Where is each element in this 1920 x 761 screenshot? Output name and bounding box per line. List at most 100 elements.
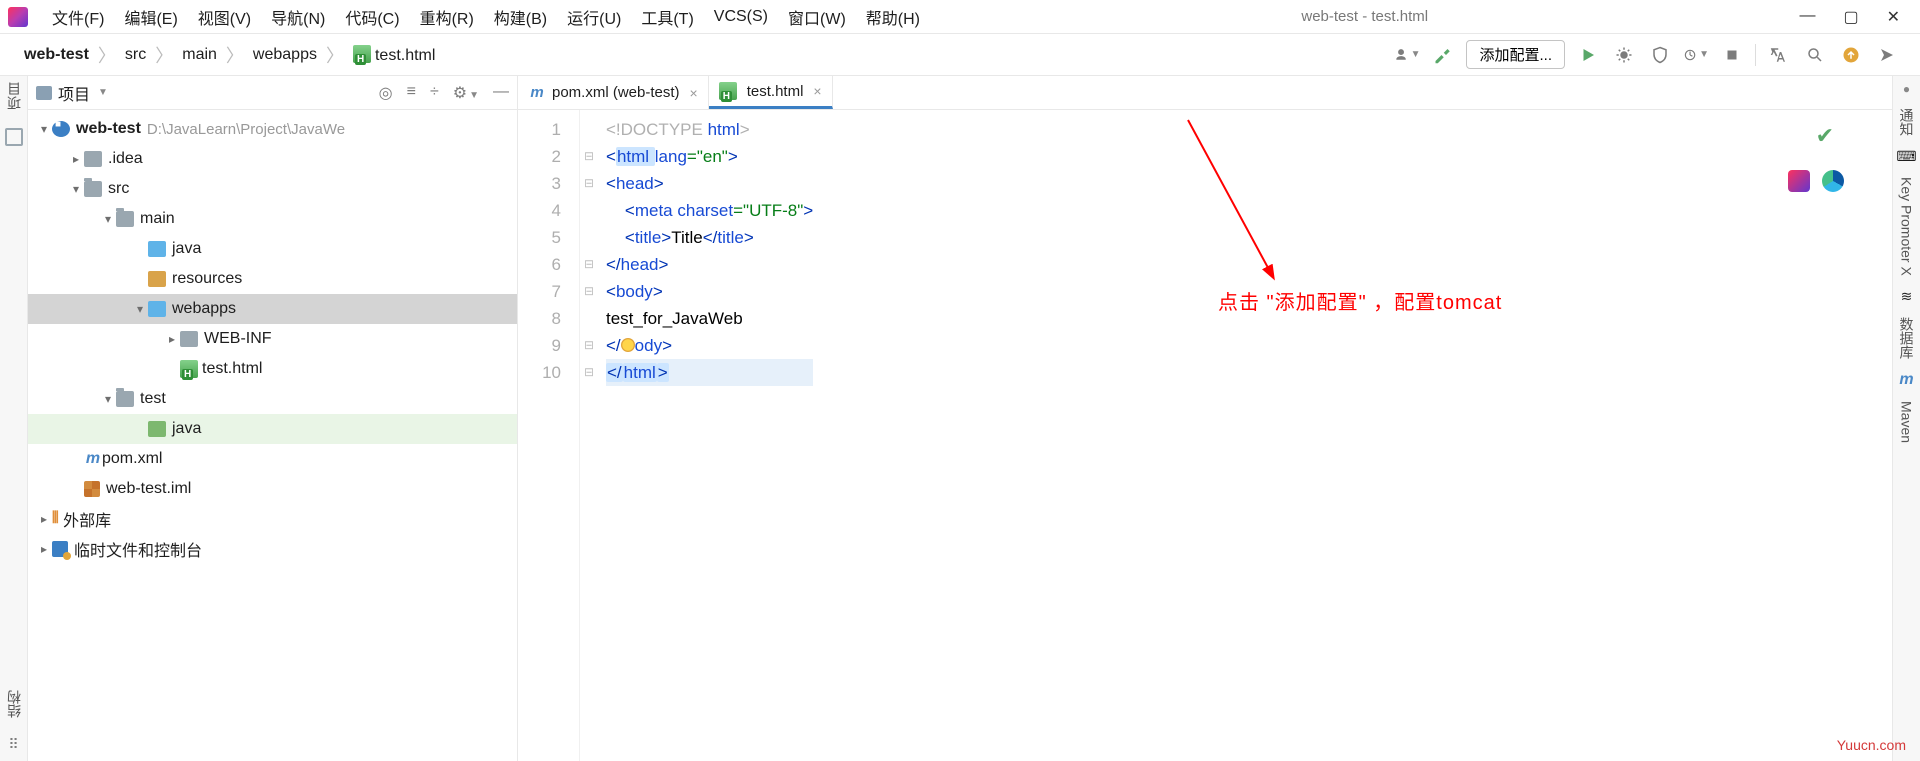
menu-file[interactable]: 文件(F) bbox=[42, 1, 114, 33]
tree-root[interactable]: ▾web-testD:\JavaLearn\Project\JavaWe bbox=[28, 114, 517, 144]
tree-src[interactable]: ▾src bbox=[28, 174, 517, 204]
line-number: 9 bbox=[518, 332, 561, 359]
tree-webinf[interactable]: ▸WEB-INF bbox=[28, 324, 517, 354]
menu-build[interactable]: 构建(B) bbox=[484, 1, 557, 33]
menu-bar: 文件(F) 编辑(E) 视图(V) 导航(N) 代码(C) 重构(R) 构建(B… bbox=[0, 0, 1920, 34]
html-file-icon bbox=[180, 360, 198, 378]
translate-icon[interactable] bbox=[1766, 42, 1792, 68]
tree-extlib[interactable]: ▸⫴ 外部库 bbox=[28, 504, 517, 534]
menu-vcs[interactable]: VCS(S) bbox=[704, 4, 778, 30]
structure-icon[interactable]: ⠿ bbox=[8, 736, 18, 761]
tree-iml[interactable]: ▸web-test.iml bbox=[28, 474, 517, 504]
hide-panel-icon[interactable]: — bbox=[493, 83, 509, 103]
crumb-src[interactable]: src bbox=[119, 44, 152, 66]
right-tool-rail: ● 通知 ⌨ Key Promoter X ≋ 数据库 m Maven bbox=[1892, 76, 1920, 761]
folder-icon bbox=[116, 211, 134, 227]
html-file-icon bbox=[719, 82, 737, 100]
chevron-right-icon: 〉 bbox=[155, 42, 173, 68]
hammer-icon[interactable] bbox=[1430, 42, 1456, 68]
update-icon[interactable] bbox=[1838, 42, 1864, 68]
annotation-arrow bbox=[1178, 112, 1298, 302]
rail-notifications[interactable]: 通知 bbox=[1897, 102, 1917, 142]
rail-keypromoter[interactable]: Key Promoter X bbox=[1899, 171, 1915, 282]
debug-icon[interactable] bbox=[1611, 42, 1637, 68]
line-gutter: 1 2 3 4 5 6 7 8 9 10 bbox=[518, 110, 580, 761]
tab-pom[interactable]: mpom.xml (web-test)× bbox=[518, 76, 709, 109]
menu-tools[interactable]: 工具(T) bbox=[631, 1, 703, 33]
rail-project[interactable]: 项目 bbox=[4, 82, 24, 110]
crumb-file[interactable]: test.html bbox=[347, 43, 441, 67]
tree-pom[interactable]: ▸mpom.xml bbox=[28, 444, 517, 474]
menu-refactor[interactable]: 重构(R) bbox=[410, 1, 484, 33]
resources-folder-icon bbox=[148, 271, 166, 287]
tree-label: 外部库 bbox=[63, 507, 111, 531]
project-panel-title[interactable]: 项目 ▼ bbox=[36, 81, 371, 105]
menu-view[interactable]: 视图(V) bbox=[188, 1, 261, 33]
close-tab-icon[interactable]: × bbox=[690, 85, 698, 101]
search-icon[interactable] bbox=[1802, 42, 1828, 68]
edge-browser-icon[interactable] bbox=[1822, 170, 1844, 192]
tree-idea[interactable]: ▸.idea bbox=[28, 144, 517, 174]
crumb-webapps[interactable]: webapps bbox=[247, 44, 323, 66]
project-view-icon bbox=[36, 86, 52, 100]
project-tree: ▾web-testD:\JavaLearn\Project\JavaWe ▸.i… bbox=[28, 110, 517, 761]
rail-maven[interactable]: Maven bbox=[1899, 395, 1915, 449]
menu-navigate[interactable]: 导航(N) bbox=[261, 1, 335, 33]
tree-label: .idea bbox=[108, 150, 143, 168]
project-panel-header: 项目 ▼ ◎ ≡ ÷ ⚙▼ — bbox=[28, 76, 517, 110]
folder-icon bbox=[116, 391, 134, 407]
code-content[interactable]: <!DOCTYPE html> <html lang="en"> <head> … bbox=[598, 110, 813, 761]
user-icon[interactable]: ▼ bbox=[1394, 42, 1420, 68]
menu-code[interactable]: 代码(C) bbox=[335, 1, 409, 33]
add-configuration-button[interactable]: 添加配置... bbox=[1466, 40, 1565, 69]
editor-tabs: mpom.xml (web-test)× test.html× bbox=[518, 76, 1892, 110]
tree-scratch[interactable]: ▸临时文件和控制台 bbox=[28, 534, 517, 564]
line-number: 5 bbox=[518, 224, 561, 251]
tree-main[interactable]: ▾main bbox=[28, 204, 517, 234]
settings-icon[interactable]: ⚙▼ bbox=[453, 83, 479, 103]
coverage-icon[interactable] bbox=[1647, 42, 1673, 68]
line-number: 10 bbox=[518, 359, 561, 386]
tab-label: pom.xml (web-test) bbox=[552, 84, 680, 101]
crumb-project[interactable]: web-test bbox=[18, 44, 95, 66]
crumb-main[interactable]: main bbox=[176, 44, 223, 66]
code-area[interactable]: 1 2 3 4 5 6 7 8 9 10 ⊟⊟ ⊟⊟ ⊟⊟ <!DOCTYPE … bbox=[518, 110, 1892, 761]
close-tab-icon[interactable]: × bbox=[813, 83, 821, 99]
profiler-icon[interactable]: ▼ bbox=[1683, 42, 1709, 68]
stop-icon[interactable] bbox=[1719, 42, 1745, 68]
rail-structure[interactable]: 结构 bbox=[4, 690, 24, 718]
tree-testhtml[interactable]: ▸test.html bbox=[28, 354, 517, 384]
collapse-all-icon[interactable]: ÷ bbox=[430, 83, 439, 103]
left-tool-rail: 项目 结构 ⠿ bbox=[0, 76, 28, 761]
tree-testjava[interactable]: ▸java bbox=[28, 414, 517, 444]
expand-all-icon[interactable]: ≡ bbox=[407, 83, 416, 103]
tab-testhtml[interactable]: test.html × bbox=[709, 76, 833, 109]
tree-test[interactable]: ▾test bbox=[28, 384, 517, 414]
intention-bulb-icon[interactable] bbox=[621, 338, 635, 352]
tree-webapps[interactable]: ▾webapps bbox=[28, 294, 517, 324]
line-number: 7 bbox=[518, 278, 561, 305]
tree-java[interactable]: ▸java bbox=[28, 234, 517, 264]
menu-window[interactable]: 窗口(W) bbox=[778, 1, 856, 33]
folder-icon bbox=[84, 181, 102, 197]
tree-resources[interactable]: ▸resources bbox=[28, 264, 517, 294]
minimize-icon[interactable]: ― bbox=[1799, 7, 1815, 27]
menu-edit[interactable]: 编辑(E) bbox=[114, 1, 187, 33]
crumb-file-label: test.html bbox=[375, 47, 435, 64]
maximize-icon[interactable]: ▢ bbox=[1843, 7, 1858, 27]
rail-database[interactable]: 数据库 bbox=[1897, 311, 1917, 365]
tab-label: test.html bbox=[747, 83, 804, 100]
run-icon[interactable] bbox=[1575, 42, 1601, 68]
folder-icon bbox=[180, 331, 198, 347]
close-icon[interactable]: ✕ bbox=[1887, 7, 1900, 27]
menu-run[interactable]: 运行(U) bbox=[557, 1, 631, 33]
tree-label: test bbox=[140, 390, 166, 408]
intellij-preview-icon[interactable] bbox=[1788, 170, 1810, 192]
select-opened-icon[interactable]: ◎ bbox=[379, 83, 393, 103]
inspection-ok-icon[interactable]: ✔ bbox=[1816, 122, 1834, 149]
chevron-right-icon: 〉 bbox=[226, 42, 244, 68]
codestream-icon[interactable] bbox=[1874, 42, 1900, 68]
menu-help[interactable]: 帮助(H) bbox=[856, 1, 930, 33]
folder-icon bbox=[84, 151, 102, 167]
rail-project-icon[interactable] bbox=[5, 128, 23, 146]
